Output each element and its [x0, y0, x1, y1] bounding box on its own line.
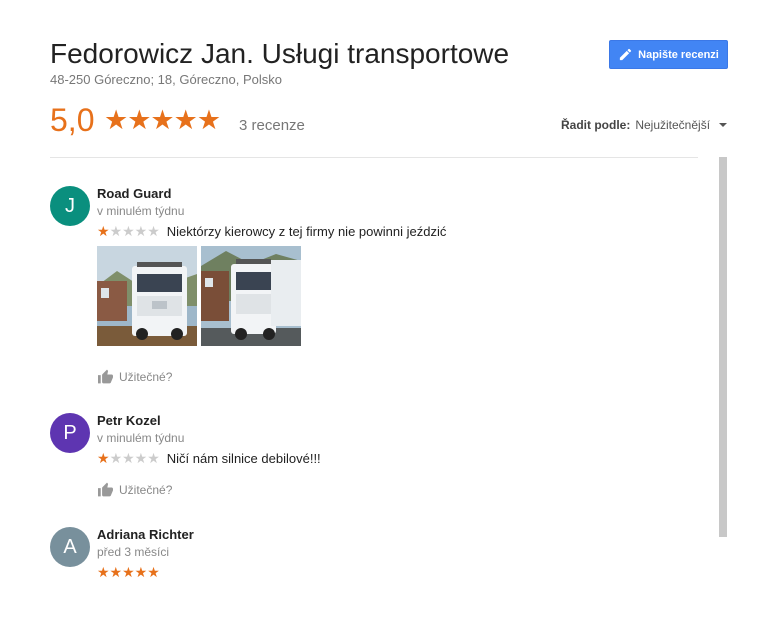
review-item: A Adriana Richter před 3 měsíci ★★★★★ [50, 527, 690, 587]
review-photo-truck[interactable] [97, 246, 197, 346]
helpful-label: Užitečné? [119, 369, 173, 384]
helpful-button[interactable]: Užitečné? [97, 482, 172, 497]
helpful-label: Užitečné? [119, 482, 173, 497]
avatar[interactable]: A [50, 527, 90, 567]
review-author[interactable]: Adriana Richter [97, 527, 194, 542]
review-author[interactable]: Petr Kozel [97, 413, 161, 428]
rating-stars: ★★★★★ [104, 105, 221, 135]
sort-value: Nejužitečnější [635, 118, 711, 132]
review-stars: ★★★★★ [97, 223, 160, 239]
review-item: J Road Guard v minulém týdnu ★★★★★ Niekt… [50, 186, 690, 386]
review-text: Niektórzy kierowcy z tej firmy nie powin… [166, 223, 447, 239]
helpful-button[interactable]: Užitečné? [97, 369, 172, 384]
review-time: před 3 měsíci [97, 545, 170, 559]
review-stars: ★★★★★ [97, 564, 160, 580]
sort-label: Řadit podle: [561, 118, 631, 132]
review-time: v minulém týdnu [97, 431, 185, 445]
avatar[interactable]: P [50, 413, 90, 453]
business-address: 48-250 Góreczno; 18, Góreczno, Polsko [50, 72, 282, 87]
caret-down-icon [719, 123, 728, 127]
thumbs-up-icon [98, 482, 113, 497]
sort-dropdown[interactable]: Řadit podle: Nejužitečnější [561, 118, 728, 132]
review-time: v minulém týdnu [97, 204, 185, 218]
pencil-icon [620, 48, 632, 61]
rating-score: 5,0 [50, 102, 95, 138]
review-author[interactable]: Road Guard [97, 186, 171, 201]
review-stars: ★★★★★ [97, 450, 160, 466]
write-review-label: Napište recenzi [638, 48, 719, 61]
review-count[interactable]: 3 recenze [239, 117, 305, 134]
write-review-button[interactable]: Napište recenzi [609, 40, 728, 69]
business-title: Fedorowicz Jan. Usługi transportowe [50, 38, 510, 69]
review-item: P Petr Kozel v minulém týdnu ★★★★★ Ničí … [50, 413, 690, 503]
review-text: Ničí nám silnice debilové!!! [166, 450, 321, 466]
avatar[interactable]: J [50, 186, 90, 226]
scrollbar[interactable] [719, 157, 727, 537]
divider [50, 157, 698, 158]
review-photo-truck[interactable] [201, 246, 301, 346]
thumbs-up-icon [98, 369, 113, 384]
